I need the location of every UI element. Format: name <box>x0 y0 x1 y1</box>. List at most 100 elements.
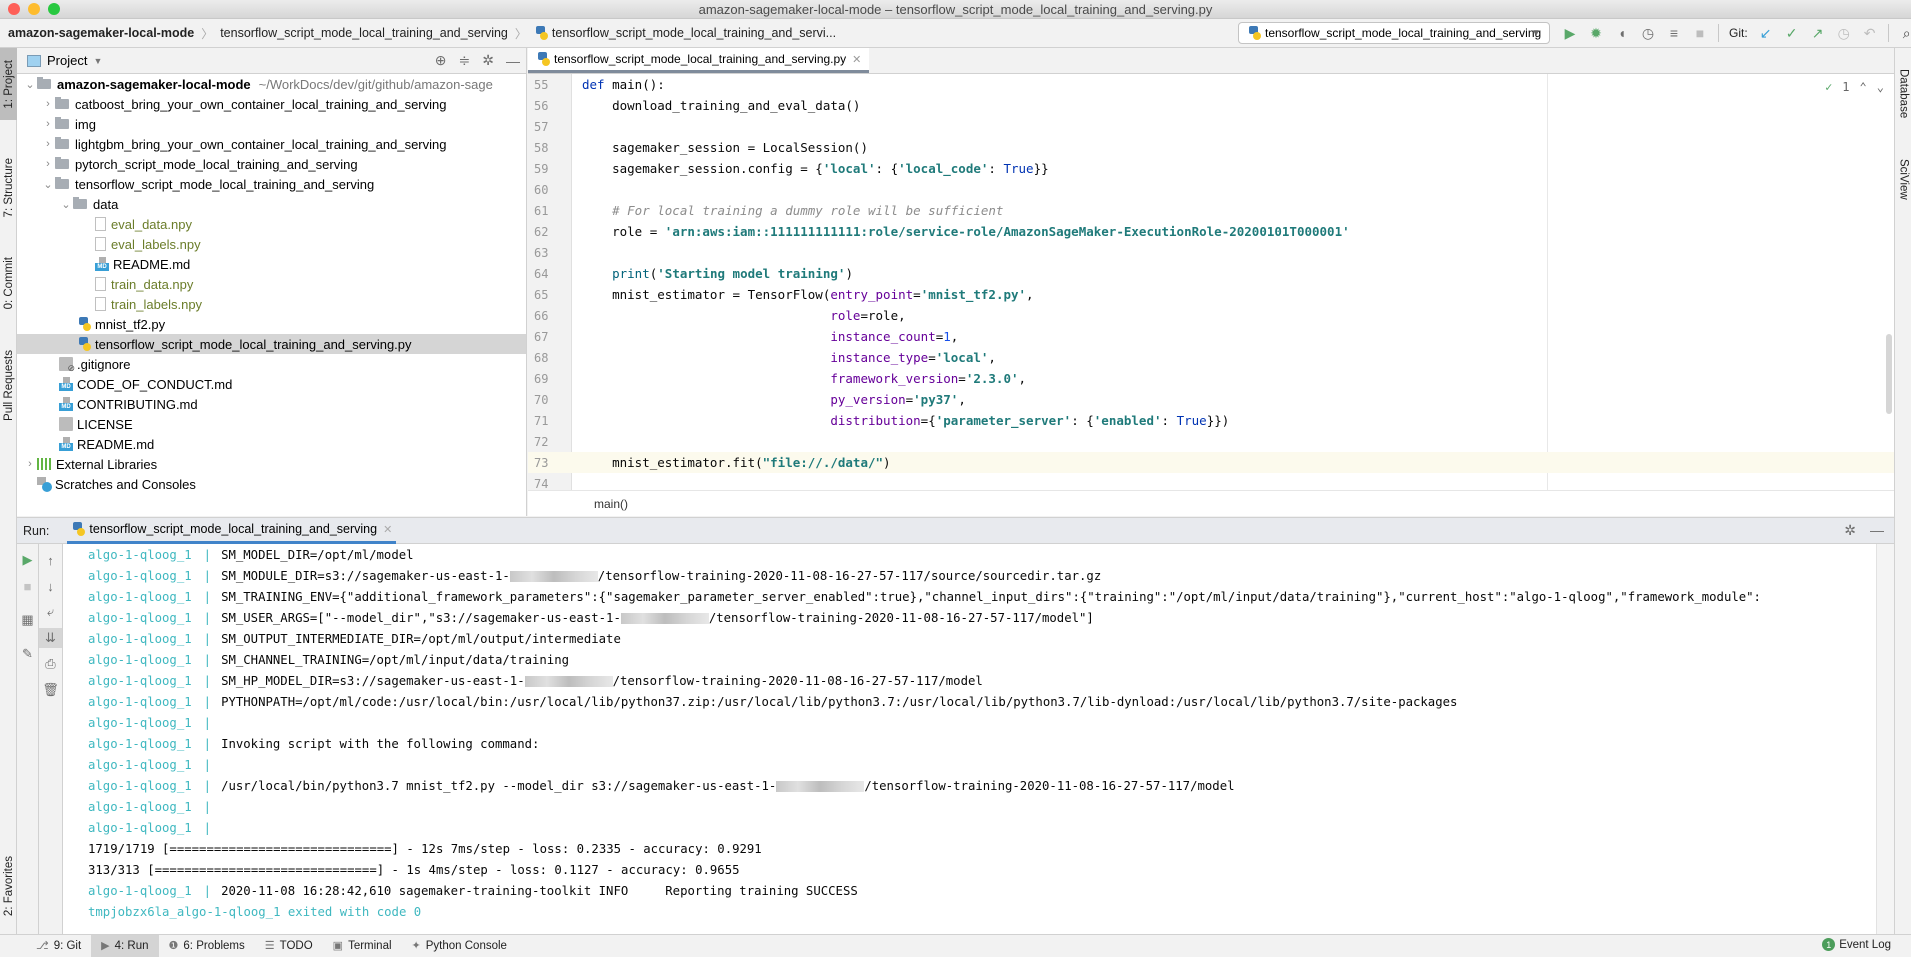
git-history-icon[interactable]: ◷ <box>1836 25 1852 41</box>
minimize-window-button[interactable] <box>28 3 40 15</box>
editor-tab[interactable]: tensorflow_script_mode_local_training_an… <box>528 48 870 73</box>
tree-item-file[interactable]: README.md <box>17 254 526 274</box>
tool-tab-project[interactable]: 1: Project <box>0 48 17 120</box>
tree-item-folder[interactable]: › lightgbm_bring_your_own_container_loca… <box>17 134 526 154</box>
breadcrumb-file[interactable]: tensorflow_script_mode_local_training_an… <box>552 26 836 40</box>
tree-item-file[interactable]: mnist_tf2.py <box>17 314 526 334</box>
tree-item-file[interactable]: train_data.npy <box>17 274 526 294</box>
code-line[interactable]: 68 instance_type='local', <box>528 347 1894 368</box>
code-line[interactable]: 67 instance_count=1, <box>528 326 1894 347</box>
editor-scrollbar[interactable] <box>1886 334 1892 414</box>
tree-item-file[interactable]: CODE_OF_CONDUCT.md <box>17 374 526 394</box>
bottom-tab-problems[interactable]: ❶ 6: Problems <box>159 935 255 957</box>
git-push-icon[interactable]: ↗ <box>1810 25 1826 41</box>
code-line[interactable]: 57 <box>528 116 1894 137</box>
tree-item-file[interactable]: README.md <box>17 434 526 454</box>
breadcrumb-folder[interactable]: tensorflow_script_mode_local_training_an… <box>220 26 508 40</box>
pin-icon[interactable]: ✎ <box>17 644 38 664</box>
code-line[interactable]: 56 download_training_and_eval_data() <box>528 95 1894 116</box>
tree-item-scratches[interactable]: Scratches and Consoles <box>17 474 526 494</box>
code-line[interactable]: 58 sagemaker_session = LocalSession() <box>528 137 1894 158</box>
code-line[interactable]: 65 mnist_estimator = TensorFlow(entry_po… <box>528 284 1894 305</box>
hide-icon[interactable]: — <box>1870 522 1884 539</box>
previous-highlight-icon[interactable]: ⌃ <box>1860 80 1867 94</box>
code-line[interactable]: 55 def main(): <box>528 74 1894 95</box>
code-line[interactable]: 60 <box>528 179 1894 200</box>
tool-tab-database[interactable]: Database <box>1895 54 1911 134</box>
tree-item-file[interactable]: LICENSE <box>17 414 526 434</box>
gear-icon[interactable]: ✲ <box>1844 522 1856 539</box>
project-panel-title[interactable]: Project <box>47 53 87 68</box>
collapse-all-icon[interactable]: ≑ <box>459 52 471 69</box>
tree-item-file[interactable]: eval_labels.npy <box>17 234 526 254</box>
bottom-tab-run[interactable]: ▶ 4: Run <box>91 934 159 957</box>
tool-tab-structure[interactable]: 7: Structure <box>0 138 17 238</box>
scroll-up-icon[interactable]: ↑ <box>39 550 62 570</box>
chevron-right-icon[interactable]: › <box>41 138 55 150</box>
event-log-button[interactable]: 1 Event Log <box>1822 938 1891 951</box>
code-line[interactable]: 72 <box>528 431 1894 452</box>
code-line[interactable]: 69 framework_version='2.3.0', <box>528 368 1894 389</box>
gear-icon[interactable]: ✲ <box>482 52 494 69</box>
tree-item-folder[interactable]: › img <box>17 114 526 134</box>
bottom-tab-git[interactable]: ⎇ 9: Git <box>26 935 91 957</box>
code-line[interactable]: 71 distribution={'parameter_server': {'e… <box>528 410 1894 431</box>
chevron-down-icon[interactable]: ▼ <box>93 56 102 66</box>
code-line[interactable]: 62 role = 'arn:aws:iam::111111111111:rol… <box>528 221 1894 242</box>
code-area[interactable]: 55 def main(): 56 download_training_and_ev… <box>528 74 1894 490</box>
rerun-icon[interactable]: ▶ <box>17 550 38 570</box>
chevron-right-icon[interactable]: › <box>23 458 37 470</box>
close-icon[interactable]: ✕ <box>852 53 861 66</box>
run-configuration-select[interactable]: tensorflow_script_mode_local_training_an… <box>1238 22 1550 44</box>
chevron-down-icon[interactable]: ⌄ <box>59 198 73 211</box>
tree-item-folder[interactable]: ⌄ tensorflow_script_mode_local_training_… <box>17 174 526 194</box>
soft-wrap-icon[interactable]: ⤶ <box>39 602 62 622</box>
tree-item-external-libraries[interactable]: › External Libraries <box>17 454 526 474</box>
tree-item-file-selected[interactable]: tensorflow_script_mode_local_training_an… <box>17 334 526 354</box>
close-window-button[interactable] <box>8 3 20 15</box>
print-icon[interactable]: ⎙ <box>39 654 62 674</box>
chevron-right-icon[interactable]: › <box>41 98 55 110</box>
search-icon[interactable]: ⌕ <box>1899 25 1911 41</box>
tool-tab-favorites[interactable]: 2: Favorites <box>0 838 17 934</box>
console-scrollbar[interactable] <box>1876 544 1894 934</box>
editor-breadcrumb-item[interactable]: main() <box>594 497 628 511</box>
profile-icon[interactable]: ◷ <box>1640 25 1656 41</box>
scroll-down-icon[interactable]: ↓ <box>39 576 62 596</box>
bottom-tab-todo[interactable]: ☰ TODO <box>255 935 323 957</box>
debug-icon[interactable]: ✹ <box>1588 25 1604 41</box>
console-output[interactable]: algo-1-qloog_1 | SM_MODEL_DIR=/opt/ml/mode… <box>67 544 1876 934</box>
git-commit-icon[interactable]: ✓ <box>1784 25 1800 41</box>
code-line[interactable]: 66 role=role, <box>528 305 1894 326</box>
chevron-right-icon[interactable]: › <box>41 118 55 130</box>
code-line[interactable]: 63 <box>528 242 1894 263</box>
code-line[interactable]: 70 py_version='py37', <box>528 389 1894 410</box>
close-icon[interactable]: ✕ <box>383 523 392 536</box>
git-update-icon[interactable]: ↙ <box>1758 25 1774 41</box>
tree-item-folder[interactable]: › pytorch_script_mode_local_training_and… <box>17 154 526 174</box>
run-tab[interactable]: tensorflow_script_mode_local_training_an… <box>67 518 397 544</box>
tree-item-file[interactable]: .gitignore <box>17 354 526 374</box>
next-highlight-icon[interactable]: ⌄ <box>1877 80 1884 94</box>
code-line[interactable]: 64 print('Starting model training') <box>528 263 1894 284</box>
tree-item-file[interactable]: CONTRIBUTING.md <box>17 394 526 414</box>
run-with-icon[interactable]: ≡ <box>1666 25 1682 41</box>
breadcrumb-project[interactable]: amazon-sagemaker-local-mode <box>8 26 194 40</box>
locate-icon[interactable]: ⊕ <box>435 52 447 69</box>
bottom-tab-python-console[interactable]: ✦ Python Console <box>402 935 517 957</box>
code-line[interactable]: 59 sagemaker_session.config = {'local': … <box>528 158 1894 179</box>
tree-item-file[interactable]: eval_data.npy <box>17 214 526 234</box>
inspection-widget[interactable]: ✓ 1 ⌃ ⌄ <box>1825 80 1884 94</box>
code-line[interactable]: 73 mnist_estimator.fit("file://./data/") <box>528 452 1894 473</box>
scroll-to-end-icon[interactable]: ⇊ <box>39 628 62 648</box>
maximize-window-button[interactable] <box>48 3 60 15</box>
coverage-icon[interactable]: ◖ <box>1614 25 1630 41</box>
chevron-down-icon[interactable]: ⌄ <box>23 78 37 91</box>
code-line[interactable]: 74 <box>528 473 1894 491</box>
chevron-down-icon[interactable]: ⌄ <box>41 178 55 191</box>
tree-item-folder[interactable]: › catboost_bring_your_own_container_loca… <box>17 94 526 114</box>
stop-icon[interactable]: ■ <box>17 576 38 596</box>
tree-root[interactable]: ⌄ amazon-sagemaker-local-mode ~/WorkDocs… <box>17 74 526 94</box>
tree-item-file[interactable]: train_labels.npy <box>17 294 526 314</box>
code-line[interactable]: 61 # For local training a dummy role wil… <box>528 200 1894 221</box>
